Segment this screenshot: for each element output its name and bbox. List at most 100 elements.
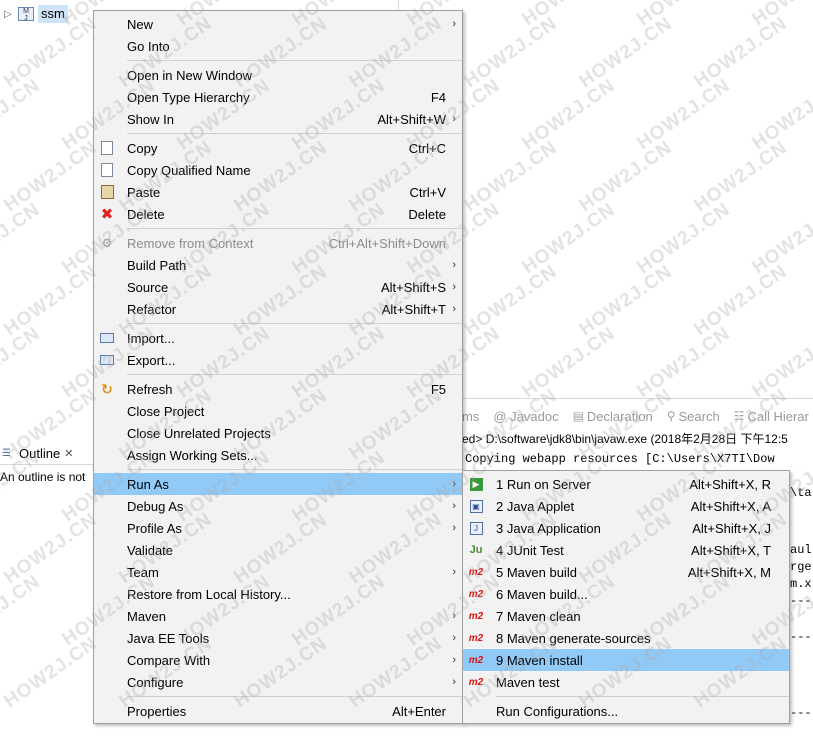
menu-item-label: Close Project — [127, 403, 205, 419]
menu-item-4-junit-test[interactable]: Ju 4 JUnit Test Alt+Shift+X, T — [463, 539, 789, 561]
menu-item-copy[interactable]: Copy Ctrl+C — [94, 137, 462, 159]
watermark-text: HOW2J.CN — [0, 508, 102, 589]
submenu-arrow-icon: › — [452, 610, 456, 622]
copy-icon — [99, 140, 115, 156]
menu-item-restore-from-local-history[interactable]: Restore from Local History... — [94, 583, 462, 605]
menu-item-export[interactable]: Export... — [94, 349, 462, 371]
export-icon — [99, 352, 115, 368]
console-tab-label: Call Hierar — [747, 408, 809, 424]
menu-item-shortcut: F4 — [430, 89, 446, 105]
menu-item-close-project[interactable]: Close Project — [94, 400, 462, 422]
menu-item-label: Profile As — [127, 520, 182, 536]
menu-item-import[interactable]: Import... — [94, 327, 462, 349]
menu-item-new[interactable]: New › — [94, 13, 462, 35]
menu-item-validate[interactable]: Validate — [94, 539, 462, 561]
menu-item-properties[interactable]: Properties Alt+Enter — [94, 700, 462, 722]
menu-item-label: Run Configurations... — [496, 703, 619, 719]
menu-item-refactor[interactable]: Refactor Alt+Shift+T › — [94, 298, 462, 320]
java-application-icon: J — [468, 520, 484, 536]
menu-item-label: Properties — [127, 703, 187, 719]
watermark-text: HOW2J.CN — [748, 0, 813, 31]
maven-project-icon: MJ — [18, 7, 34, 22]
menu-item-team[interactable]: Team › — [94, 561, 462, 583]
call-hierarchy-icon: ☷ — [733, 409, 745, 423]
watermark-text: HOW2J.CN — [0, 632, 102, 713]
console-tab-call-hierar[interactable]: ☷ Call Hierar — [734, 409, 809, 424]
menu-item-label: Run As — [127, 476, 169, 492]
console-tab-javadoc[interactable]: @ Javadoc — [493, 409, 558, 424]
menu-item-label: 4 JUnit Test — [496, 542, 564, 558]
console-tab-search[interactable]: ⚲ Search — [667, 409, 720, 424]
menu-item-7-maven-clean[interactable]: m2 7 Maven clean — [463, 605, 789, 627]
watermark-text: HOW2J.CN — [633, 74, 735, 155]
menu-item-show-in[interactable]: Show In Alt+Shift+W › — [94, 108, 462, 130]
menu-item-delete[interactable]: ✖ Delete Delete — [94, 203, 462, 225]
watermark-text: HOW2J.CN — [0, 136, 102, 217]
menu-item-debug-as[interactable]: Debug As › — [94, 495, 462, 517]
menu-item-java-ee-tools[interactable]: Java EE Tools › — [94, 627, 462, 649]
menu-item-3-java-application[interactable]: J 3 Java Application Alt+Shift+X, J — [463, 517, 789, 539]
menu-item-open-type-hierarchy[interactable]: Open Type Hierarchy F4 — [94, 86, 462, 108]
maven-icon: m2 — [468, 588, 484, 600]
menu-item-label: Build Path — [127, 257, 187, 273]
menu-item-configure[interactable]: Configure › — [94, 671, 462, 693]
menu-item-open-in-new-window[interactable]: Open in New Window — [94, 64, 462, 86]
submenu-arrow-icon: › — [452, 654, 456, 666]
menu-item-5-maven-build[interactable]: m2 5 Maven build Alt+Shift+X, M — [463, 561, 789, 583]
watermark-text: HOW2J.CN — [690, 260, 792, 341]
menu-item-8-maven-generate-sources[interactable]: m2 8 Maven generate-sources — [463, 627, 789, 649]
expand-arrow-icon[interactable]: ▷ — [4, 9, 14, 20]
menu-item-profile-as[interactable]: Profile As › — [94, 517, 462, 539]
menu-item-remove-from-context: ⚙ Remove from Context Ctrl+Alt+Shift+Down — [94, 232, 462, 254]
run-as-submenu: ▶ 1 Run on Server Alt+Shift+X, R ▣ 2 Java Ap… — [462, 470, 790, 724]
delete-icon: ✖ — [100, 206, 114, 223]
menu-item-1-run-on-server[interactable]: ▶ 1 Run on Server Alt+Shift+X, R — [463, 473, 789, 495]
watermark-text: HOW2J.CN — [748, 322, 813, 403]
menu-item-shortcut: Alt+Shift+X, R — [689, 476, 771, 492]
console-tab-declaration[interactable]: ▤ Declaration — [573, 409, 653, 424]
menu-item-shortcut: Ctrl+Alt+Shift+Down — [328, 235, 446, 251]
menu-item-label: Go Into — [127, 38, 170, 54]
menu-item-source[interactable]: Source Alt+Shift+S › — [94, 276, 462, 298]
menu-item-label: 2 Java Applet — [496, 498, 575, 514]
run-on-server-icon: ▶ — [468, 476, 484, 492]
maven-icon: m2 — [468, 566, 484, 578]
console-tab-label: Declaration — [586, 408, 653, 424]
search-icon: ⚲ — [666, 409, 676, 423]
menu-item-maven-test[interactable]: m2 Maven test — [463, 671, 789, 693]
console-line: aul — [790, 543, 812, 557]
menu-item-2-java-applet[interactable]: ▣ 2 Java Applet Alt+Shift+X, A — [463, 495, 789, 517]
menu-item-maven[interactable]: Maven › — [94, 605, 462, 627]
console-line: --- — [790, 630, 812, 644]
menu-item-shortcut: Alt+Shift+X, M — [687, 564, 771, 580]
project-label[interactable]: ssm — [38, 5, 68, 23]
menu-item-refresh[interactable]: ↻ Refresh F5 — [94, 378, 462, 400]
menu-item-paste[interactable]: Paste Ctrl+V — [94, 181, 462, 203]
console-tab-bar: ms @ Javadoc ▤ Declaration ⚲ Search ☷ Call Hier… — [462, 406, 813, 426]
console-tab-ms[interactable]: ms — [462, 409, 479, 424]
menu-item-6-maven-build[interactable]: m2 6 Maven build... — [463, 583, 789, 605]
menu-item-shortcut: Ctrl+C — [408, 140, 446, 156]
menu-item-label: Maven test — [496, 674, 560, 690]
watermark-text: HOW2J.CN — [633, 198, 735, 279]
project-tree-row[interactable]: ▷ MJ ssm — [4, 4, 68, 24]
menu-item-label: 3 Java Application — [496, 520, 601, 536]
menu-item-copy-qualified-name[interactable]: Copy Qualified Name — [94, 159, 462, 181]
watermark-text: HOW2J.CN — [0, 74, 45, 155]
menu-item-label: New — [127, 16, 154, 32]
close-icon[interactable]: ✕ — [64, 447, 73, 460]
menu-item-close-unrelated-projects[interactable]: Close Unrelated Projects — [94, 422, 462, 444]
menu-item-run-configurations[interactable]: Run Configurations... — [463, 700, 789, 722]
copy-qualified-name-icon — [99, 162, 115, 178]
menu-item-go-into[interactable]: Go Into — [94, 35, 462, 57]
declaration-icon: ▤ — [572, 409, 584, 423]
menu-item-9-maven-install[interactable]: m2 9 Maven install — [463, 649, 789, 671]
menu-separator — [127, 469, 462, 470]
menu-item-compare-with[interactable]: Compare With › — [94, 649, 462, 671]
menu-item-label: Copy Qualified Name — [127, 162, 251, 178]
menu-item-assign-working-sets[interactable]: Assign Working Sets... — [94, 444, 462, 466]
menu-item-build-path[interactable]: Build Path › — [94, 254, 462, 276]
outline-tab[interactable]: ☰ Outline ✕ — [0, 443, 94, 465]
submenu-arrow-icon: › — [452, 566, 456, 578]
menu-item-run-as[interactable]: Run As › — [94, 473, 462, 495]
